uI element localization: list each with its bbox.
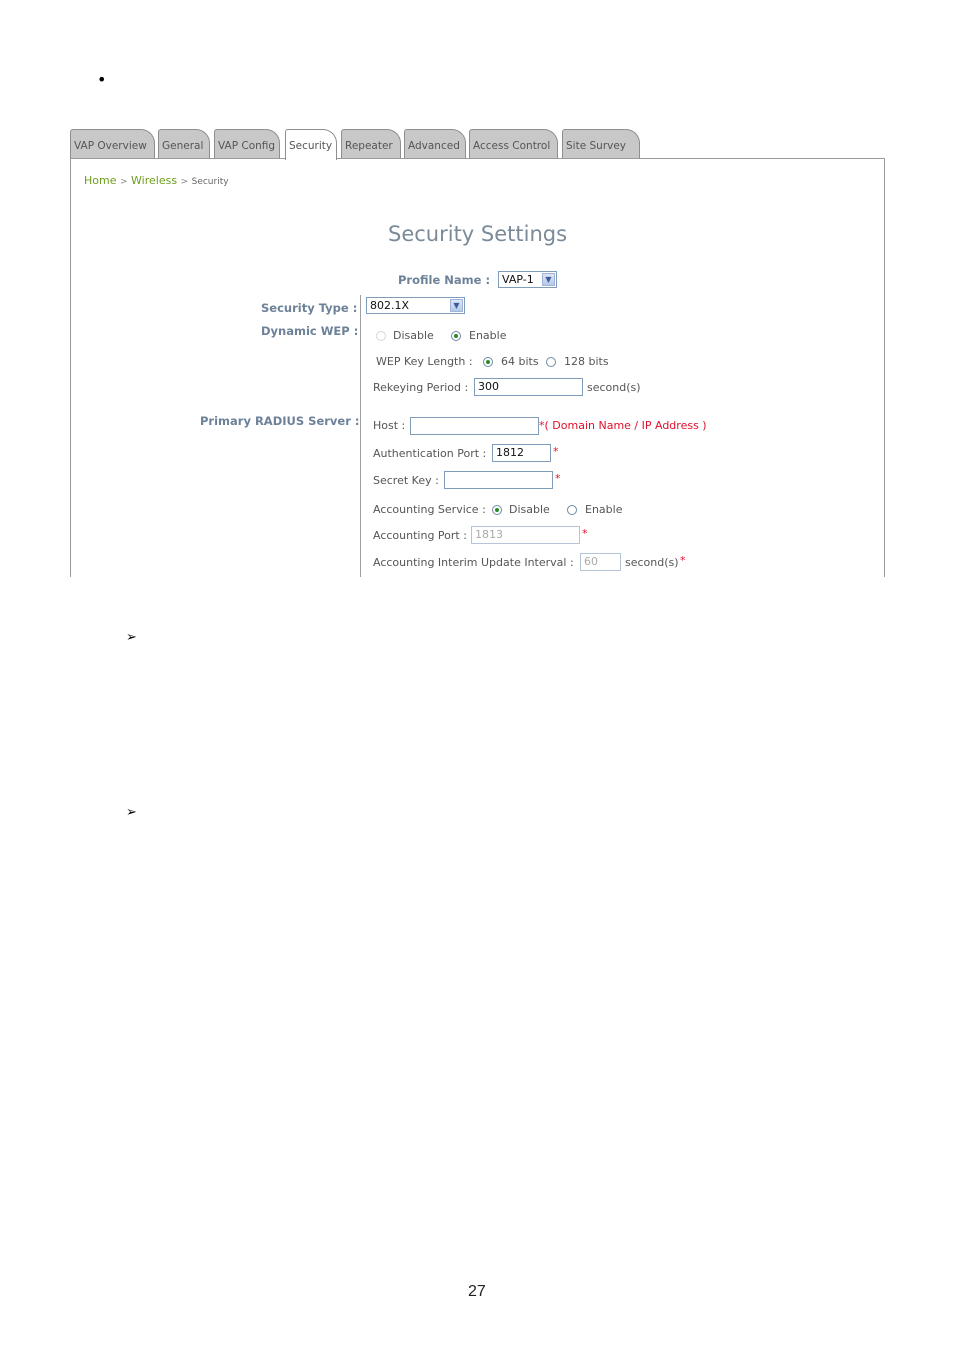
form-divider [360,295,361,577]
tab-label: Security [289,140,333,152]
dynamic-wep-disable-label: Disable [393,329,434,342]
page-title: Security Settings [388,222,568,246]
rekeying-period-unit: second(s) [587,381,641,394]
tab-site-survey[interactable]: Site Survey [562,129,640,158]
breadcrumb-separator: > [119,177,128,187]
profile-name-label: Profile Name : [398,273,491,287]
rekeying-period-input[interactable]: 300 [474,378,583,396]
host-input[interactable] [410,417,539,435]
tab-vap-config[interactable]: VAP Config [214,129,280,158]
accounting-disable-label: Disable [509,503,550,516]
interim-interval-unit: second(s) [625,556,679,569]
tab-security[interactable]: Security [285,129,337,160]
host-hint: *( Domain Name / IP Address ) [539,419,707,432]
tab-label: Site Survey [566,140,627,152]
accounting-enable-radio[interactable] [567,505,577,515]
tab-repeater[interactable]: Repeater [341,129,401,158]
breadcrumb: Home > Wireless > Security [84,174,229,187]
arrow-bullet-icon: ➢ [126,630,137,645]
profile-name-select[interactable]: VAP-1 ▼ [498,271,557,288]
tab-advanced[interactable]: Advanced [404,129,466,158]
wep-key-length-label: WEP Key Length : [376,355,473,368]
chevron-down-icon: ▼ [542,273,555,286]
breadcrumb-current: Security [191,177,229,187]
required-mark: * [555,472,561,485]
key-length-128-radio[interactable] [546,357,556,367]
auth-port-label: Authentication Port : [373,447,487,460]
tab-vap-overview[interactable]: VAP Overview [70,129,155,158]
profile-name-value: VAP-1 [502,273,534,286]
primary-radius-label: Primary RADIUS Server : [200,414,360,428]
required-mark: * [582,527,588,540]
key-length-64-radio[interactable] [483,357,493,367]
dynamic-wep-enable-label: Enable [469,329,507,342]
secret-key-label: Secret Key : [373,474,439,487]
tab-label: Repeater [345,140,393,152]
page-number: 27 [468,1283,486,1300]
accounting-enable-label: Enable [585,503,623,516]
accounting-disable-radio[interactable] [492,505,502,515]
accounting-service-label: Accounting Service : [373,503,486,516]
arrow-bullet-icon: ➢ [126,805,137,820]
dynamic-wep-label: Dynamic WEP : [261,324,359,338]
security-type-select[interactable]: 802.1X ▼ [366,297,465,314]
secret-key-input[interactable] [444,471,553,489]
security-type-label: Security Type : [261,301,358,315]
tab-label: General [162,140,204,152]
chevron-down-icon: ▼ [450,299,463,312]
tab-label: VAP Config [218,140,276,152]
rekeying-period-label: Rekeying Period : [373,381,469,394]
interim-interval-label: Accounting Interim Update Interval : [373,556,574,569]
breadcrumb-wireless[interactable]: Wireless [131,174,177,187]
tab-label: VAP Overview [74,140,147,152]
tab-label: Access Control [473,140,551,152]
dynamic-wep-disable-radio[interactable] [376,331,386,341]
host-label: Host : [373,419,406,432]
auth-port-input[interactable]: 1812 [492,444,551,462]
accounting-port-input[interactable]: 1813 [471,526,580,544]
key-length-128-label: 128 bits [564,355,609,368]
security-type-value: 802.1X [370,299,410,312]
tab-general[interactable]: General [158,129,210,158]
accounting-port-label: Accounting Port : [373,529,467,542]
interim-interval-input[interactable]: 60 [580,553,621,571]
required-mark: * [553,445,559,458]
breadcrumb-home[interactable]: Home [84,174,116,187]
key-length-64-label: 64 bits [501,355,539,368]
required-mark: * [680,554,686,567]
dynamic-wep-enable-radio[interactable] [451,331,461,341]
bullet-point: • [97,70,107,89]
tab-access-control[interactable]: Access Control [469,129,558,158]
breadcrumb-separator: > [180,177,189,187]
tab-label: Advanced [408,140,460,152]
